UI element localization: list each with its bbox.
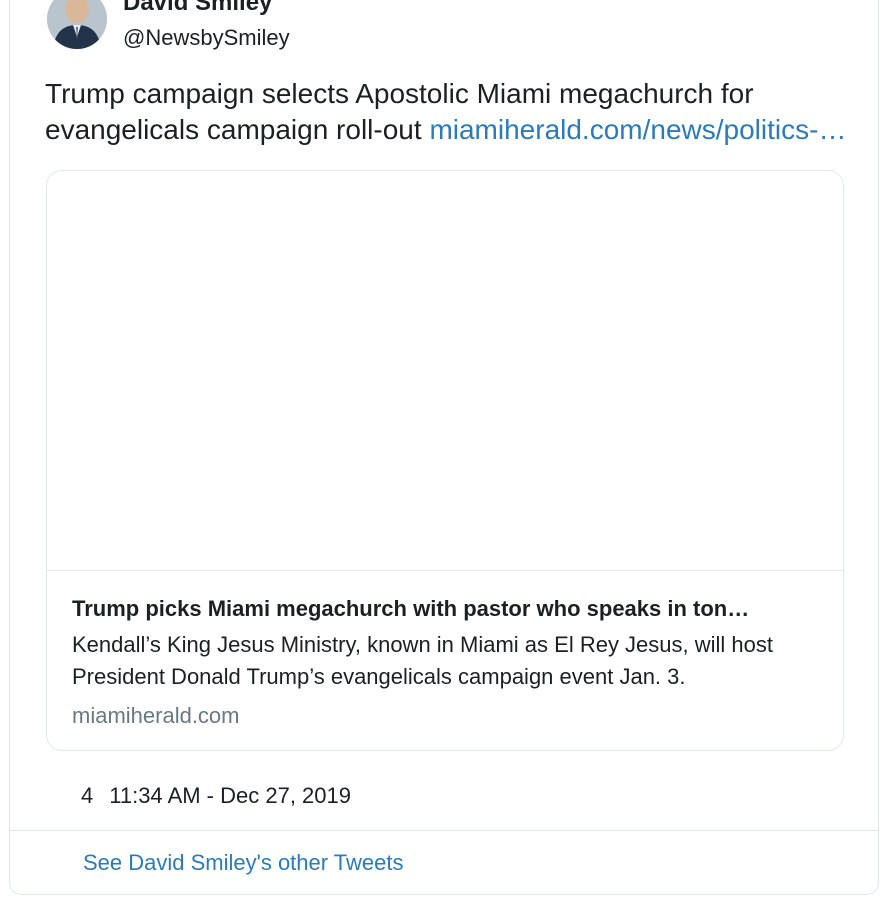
card-domain: miamiherald.com [72, 703, 240, 728]
embedded-tweet: David Smiley @NewsbySmiley Trump campaig… [9, 0, 879, 895]
author-avatar[interactable] [47, 0, 107, 49]
author-display-name[interactable]: David Smiley [123, 0, 272, 15]
like-count[interactable]: 4 [81, 783, 93, 808]
tweet-link[interactable]: miamiherald.com/news/politics-… [429, 114, 846, 145]
see-other-tweets-link[interactable]: See David Smiley's other Tweets [83, 849, 404, 877]
avatar-photo-icon [47, 0, 107, 49]
link-preview-card[interactable]: Trump picks Miami megachurch with pastor… [46, 170, 844, 751]
card-title[interactable]: Trump picks Miami megachurch with pastor… [72, 595, 832, 623]
card-image-placeholder[interactable] [47, 171, 843, 571]
author-handle[interactable]: @NewsbySmiley [123, 25, 290, 51]
tweet-text: Trump campaign selects Apostolic Miami m… [45, 76, 855, 148]
footer-divider [10, 830, 878, 831]
tweet-timestamp[interactable]: 11:34 AM - Dec 27, 2019 [109, 783, 351, 808]
tweet-meta: 4 11:34 AM - Dec 27, 2019 [81, 782, 351, 810]
card-description: Kendall’s King Jesus Ministry, known in … [72, 632, 774, 689]
